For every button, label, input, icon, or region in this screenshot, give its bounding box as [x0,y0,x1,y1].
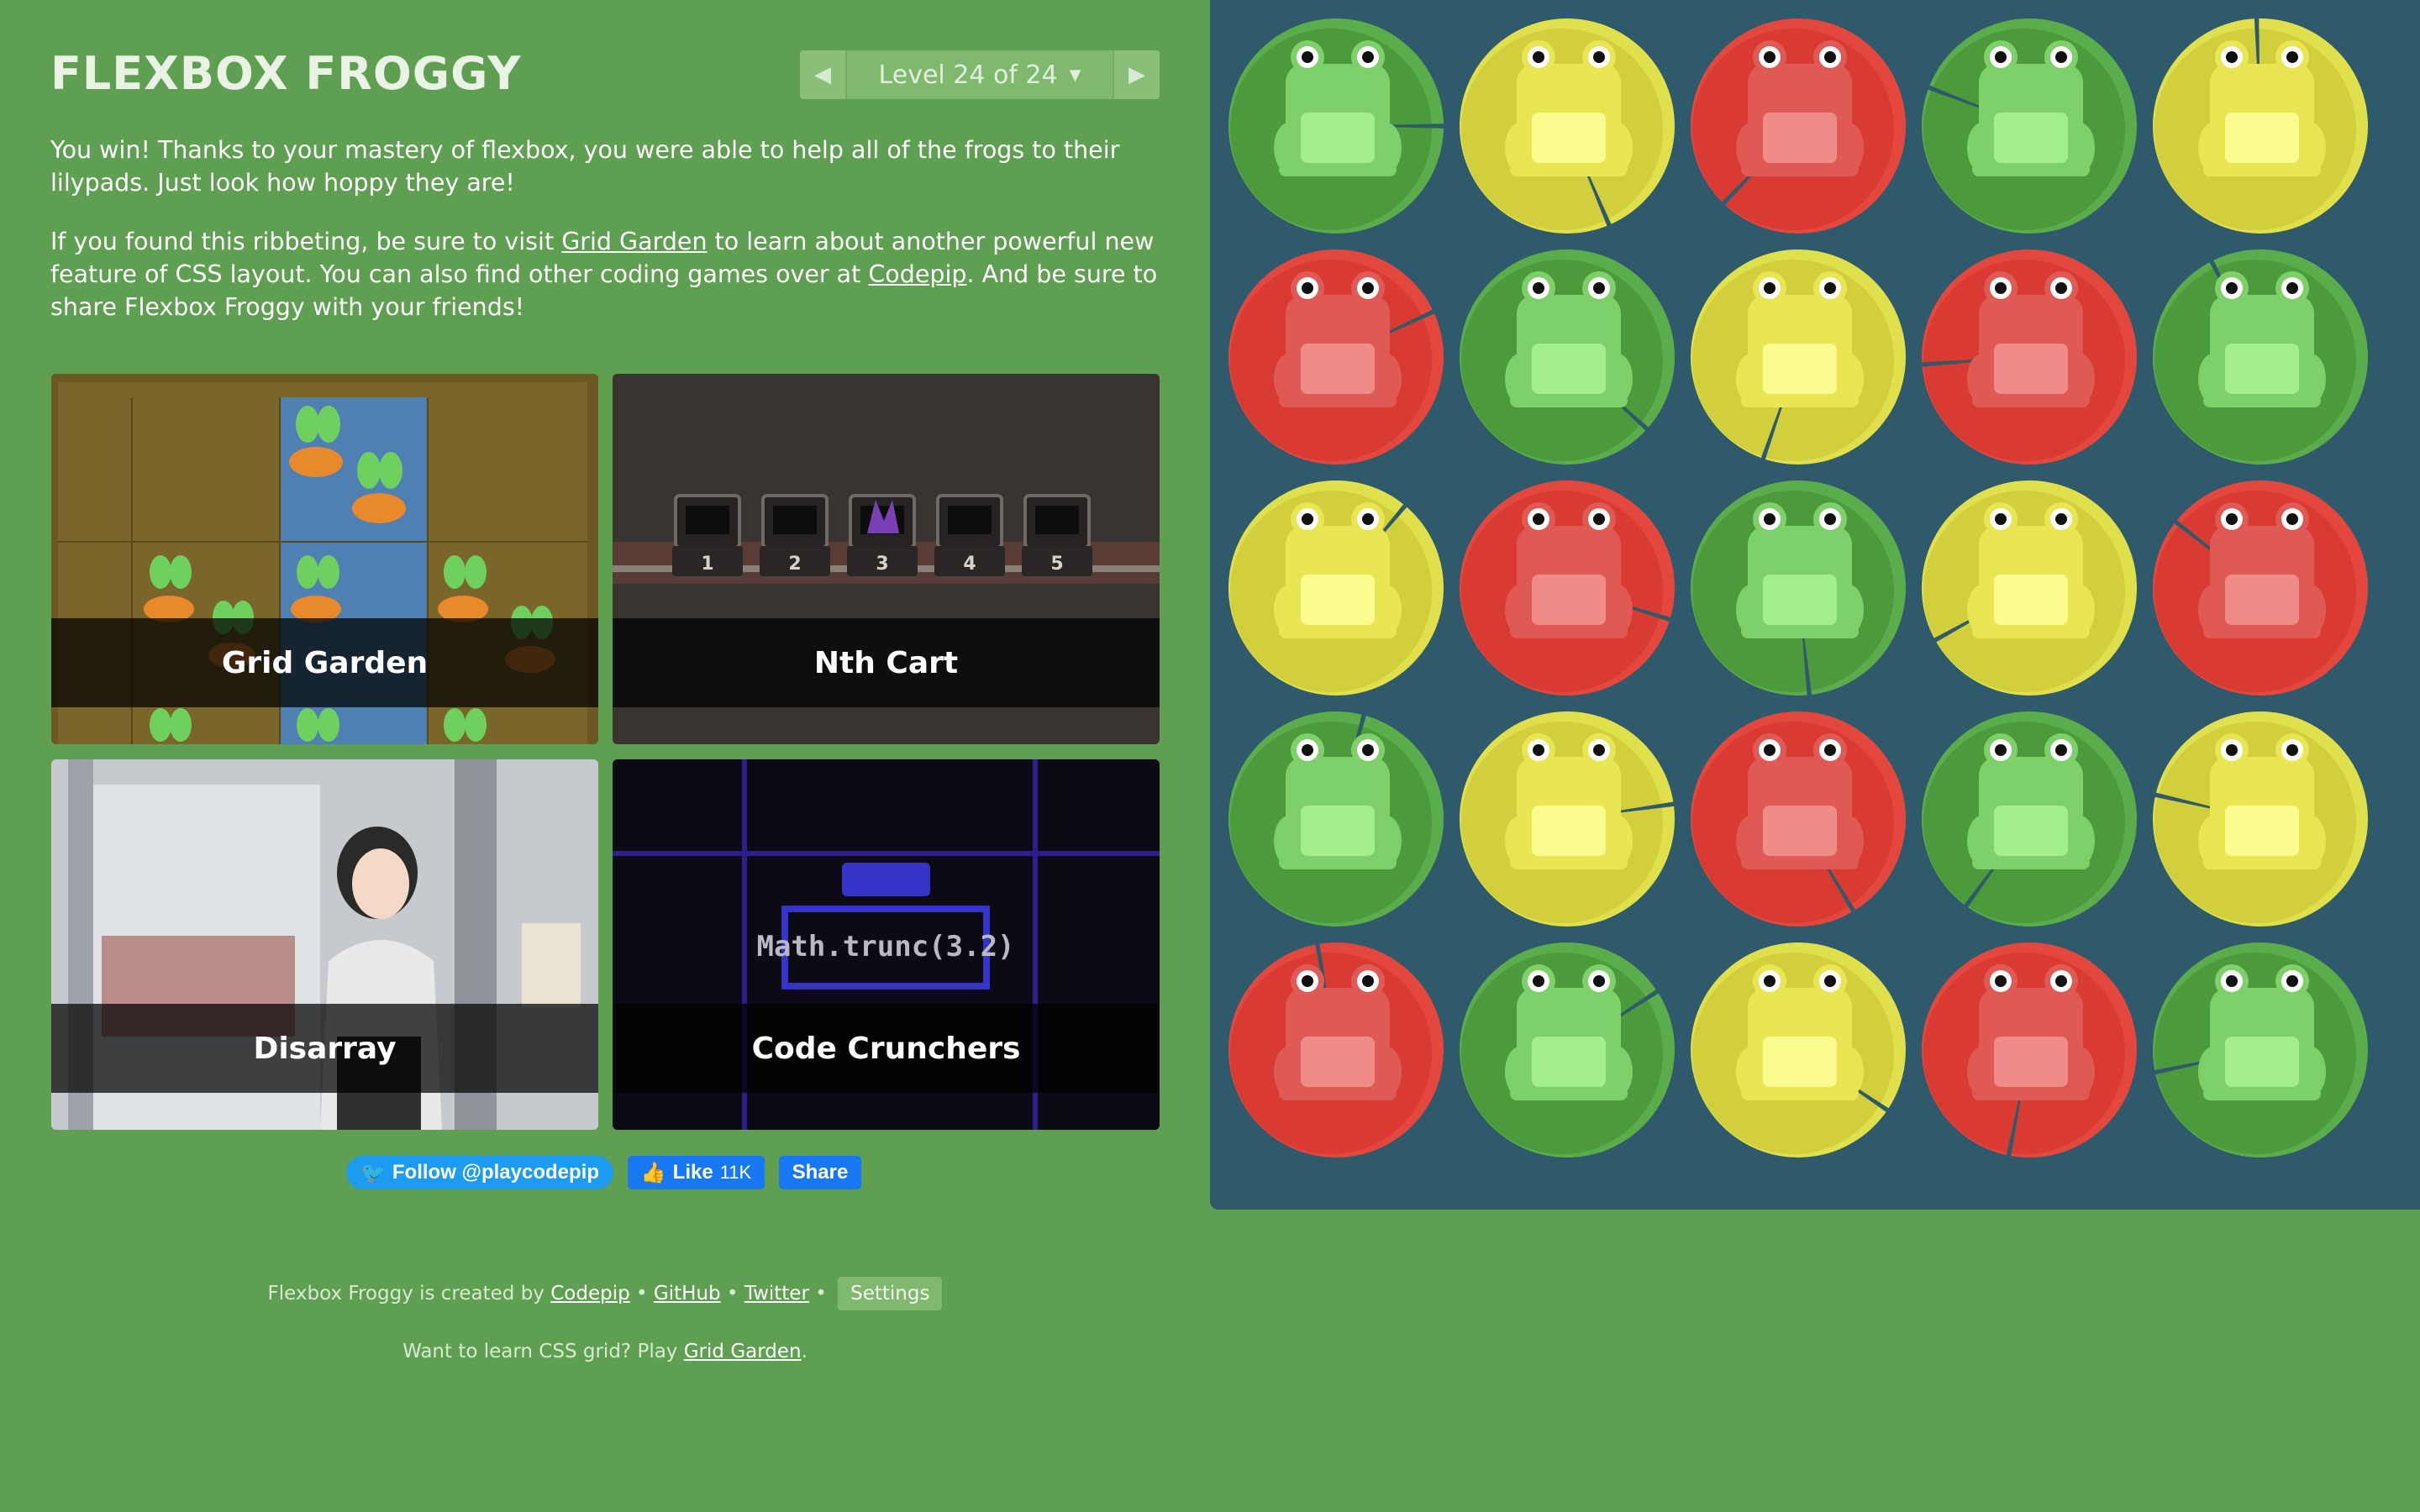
twitter-follow-label: Follow @playcodepip [392,1161,599,1184]
game-card-code-crunchers[interactable]: Math.trunc(3.2) Code Crunchers [613,759,1160,1130]
frog-on-lilypad [1460,18,1675,235]
frog-on-lilypad [1691,480,1906,706]
triangle-left-icon: ◀ [814,62,831,87]
next-level-button[interactable]: ▶ [1114,50,1160,99]
settings-button[interactable]: Settings [838,1277,943,1310]
footer-grid-promo: Want to learn CSS grid? Play Grid Garden… [0,1341,1210,1362]
game-card-label: Grid Garden [51,618,598,707]
level-navigation: ◀ Level 24 of 24 ▼ ▶ [800,50,1160,99]
triangle-right-icon: ▶ [1128,62,1145,87]
facebook-like-button[interactable]: 👍 Like 11K [628,1156,765,1189]
frog-on-lilypad [2153,8,2368,234]
frog-on-lilypad [1691,942,1906,1158]
level-dropdown[interactable]: Level 24 of 24 ▼ [845,50,1114,99]
footer-github-link[interactable]: GitHub [654,1283,721,1305]
frog-on-lilypad [1460,711,1684,927]
frog-on-lilypad [2145,711,2368,927]
twitter-follow-button[interactable]: 🐦 Follow @playcodepip [346,1156,613,1189]
promo-suffix: . [801,1341,808,1362]
thumbs-up-icon: 👍 [640,1161,666,1184]
frog-on-lilypad [2153,249,2368,465]
level-label: Level 24 of 24 [878,60,1058,90]
mine-cart: 3 [847,494,918,576]
promo-grid-garden-link[interactable]: Grid Garden [684,1341,802,1362]
cart-number: 2 [788,554,801,575]
promo-prefix: Want to learn CSS grid? Play [402,1341,684,1362]
facebook-share-button[interactable]: Share [779,1156,861,1189]
frog-on-lilypad [1691,249,1906,469]
win-message: You win! Thanks to your mastery of flexb… [50,136,1120,197]
game-card-disarray[interactable]: Disarray [51,759,598,1130]
fb-like-count: 11K [719,1162,752,1183]
grid-garden-link[interactable]: Grid Garden [561,228,707,255]
mine-cart: 2 [760,494,830,576]
footer-codepip-link[interactable]: Codepip [550,1283,629,1305]
fb-like-label: Like [672,1161,713,1184]
game-card-label: Code Crunchers [613,1004,1160,1093]
frog-on-lilypad [1691,711,1906,927]
frog-on-lilypad [1918,18,2137,234]
frog-on-lilypad [1460,480,1681,696]
cart-number: 4 [963,554,976,575]
frog-on-lilypad [1460,942,1675,1158]
frog-on-lilypad [1228,18,1454,234]
cart-number: 3 [876,554,888,575]
cart-number: 5 [1050,554,1063,575]
game-card-grid-garden[interactable]: Grid Garden [51,374,598,744]
footer-separator: • [629,1283,654,1305]
prev-level-button[interactable]: ◀ [800,50,845,99]
social-buttons: 🐦 Follow @playcodepip 👍 Like 11K Share [0,1154,1210,1191]
twitter-bird-icon: 🐦 [360,1161,386,1184]
frog-on-lilypad [1460,249,1675,465]
pond-board [1210,0,2420,1210]
game-card-nth-cart[interactable]: 1 2 3 4 5 Nth Cart [613,374,1160,744]
fb-share-label: Share [792,1161,849,1184]
left-panel: FLEXBOX FROGGY ◀ Level 24 of 24 ▼ ▶ You … [0,0,1210,1512]
pond-frogs [1228,8,2368,1166]
share-text-1: If you found this ribbeting, be sure to … [50,228,562,255]
share-message: If you found this ribbeting, be sure to … [50,225,1168,323]
frog-on-lilypad [1228,705,1444,927]
game-card-label: Nth Cart [613,618,1160,707]
frog-on-lilypad [2144,942,2368,1158]
app-title: FLEXBOX FROGGY [50,47,522,100]
footer-separator: • [720,1283,744,1305]
frog-on-lilypad [1228,249,1444,465]
codepip-link[interactable]: Codepip [868,260,966,288]
mine-cart: 4 [934,494,1005,576]
game-card-label: Disarray [51,1004,598,1093]
frog-on-lilypad [1922,711,2137,927]
frog-on-lilypad [1691,18,1906,234]
caret-down-icon: ▼ [1069,66,1081,84]
frog-on-lilypad [1922,942,2137,1166]
mine-cart: 1 [672,494,743,576]
frog-on-lilypad [1922,480,2137,696]
footer-separator: • [808,1283,834,1305]
cart-number: 1 [701,554,713,575]
frog-on-lilypad [1228,934,1444,1158]
footer-twitter-link[interactable]: Twitter [744,1283,809,1305]
frog-on-lilypad [2153,480,2368,696]
footer-credits: Flexbox Froggy is created by Codepip • G… [0,1277,1210,1310]
footer-prefix: Flexbox Froggy is created by [267,1283,551,1305]
frog-on-lilypad [1228,480,1444,696]
svg-text:Math.trunc(3.2): Math.trunc(3.2) [756,930,1014,963]
mine-cart: 5 [1022,494,1092,576]
frog-on-lilypad [1912,249,2137,465]
